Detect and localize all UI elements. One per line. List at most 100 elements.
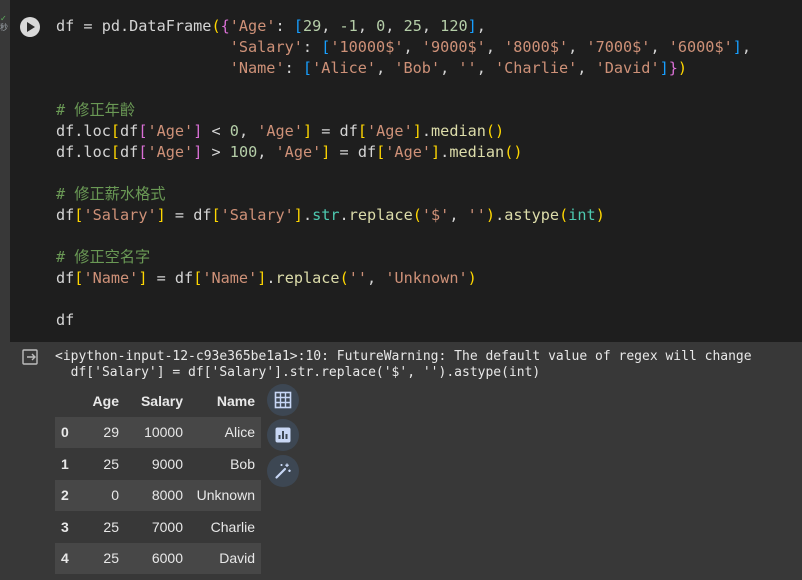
code-token: . [339,206,349,224]
code-token: [ [193,269,203,287]
table-cell: Unknown [196,487,255,504]
code-token: { [220,17,230,35]
generate-code-button[interactable] [267,455,299,487]
table-row: 4 25 6000 David [55,542,261,574]
code-line: # 修正空名字 [56,247,751,268]
code-token: '8000$' [504,38,569,56]
row-index: 4 [61,550,69,567]
code-token: median [449,143,505,161]
code-cell[interactable]: df = pd.DataFrame({'Age': [29, -1, 0, 25… [10,0,802,342]
code-token: , [476,59,495,77]
code-line: # 修正年齡 [56,100,751,121]
code-token: ( [211,17,221,35]
code-token: ( [412,206,422,224]
code-line: df = pd.DataFrame({'Age': [29, -1, 0, 25… [56,16,751,37]
code-token: ] [293,206,303,224]
code-token: 'Age' [385,143,431,161]
table-row: 0 29 10000 Alice [55,416,261,448]
code-line: df.loc[df['Age'] > 100, 'Age'] = df['Age… [56,142,751,163]
code-token: # 修正年齡 [56,101,136,119]
code-line: df['Name'] = df['Name'].replace('', 'Unk… [56,268,751,289]
code-token: 'Age' [275,143,322,161]
code-token: , [257,143,276,161]
code-token: 120 [440,17,468,35]
convert-to-interactive-table-button[interactable] [267,384,299,416]
code-token: 0 [229,122,239,140]
code-token: , [577,59,596,77]
code-token: ( [559,206,569,224]
code-token: # 修正薪水格式 [56,185,166,203]
code-token: , [741,38,752,56]
suggest-charts-button[interactable] [267,419,299,451]
execution-time-label: 秒 [0,23,8,32]
code-token: , [403,38,422,56]
code-token: astype [504,206,560,224]
code-token: ) [595,206,605,224]
code-token: ( [339,269,349,287]
code-token: 25 [403,17,422,35]
code-token: ] [732,38,742,56]
code-token: , [449,206,468,224]
code-token: : [302,38,322,56]
run-cell-button[interactable] [20,17,40,37]
magic-wand-icon [275,463,291,479]
code-token: str [312,206,340,224]
code-token: [ [357,122,367,140]
code-token: = df [147,269,194,287]
code-token: ] [193,143,203,161]
code-token: ) [485,206,496,224]
code-token: '10000$' [330,38,404,56]
execution-status: ✓ 秒 [0,14,10,32]
code-token: 'Age' [229,17,276,35]
code-token: df = pd.DataFrame [56,17,212,35]
code-line: df [56,310,751,331]
table-cell: Charlie [210,518,255,535]
code-token: # 修正空名字 [56,248,151,266]
code-token: : [275,17,294,35]
column-header: Salary [140,392,183,409]
code-token: 'Salary' [83,206,157,224]
warning-line-1: <ipython-input-12-c93e365be1a1>:10: Futu… [55,349,752,364]
code-token: ] [156,206,166,224]
table-cell: 6000 [151,550,183,567]
code-token: , [321,17,340,35]
table-cell: 25 [103,550,119,567]
code-token: 'Salary' [220,206,294,224]
table-row: 1 25 9000 Bob [55,448,261,480]
code-token: [ [321,38,331,56]
code-token: 'Charlie' [494,59,578,77]
code-token: , [238,122,258,140]
code-token: 0 [376,17,386,35]
table-cell: 25 [103,518,119,535]
row-index: 2 [61,487,69,504]
code-editor[interactable]: df = pd.DataFrame({'Age': [29, -1, 0, 25… [56,16,751,331]
code-token: [ [302,59,313,77]
code-token: -1 [339,17,358,35]
code-token: = df [330,143,377,161]
table-cell: Bob [230,455,255,472]
code-token: : [284,59,303,77]
code-token: [ [110,122,121,140]
table-cell: 25 [103,455,119,472]
output-actions-icon[interactable] [22,349,40,365]
code-token: , [440,59,459,77]
table-cell: 0 [111,487,119,504]
code-line: 'Name': ['Alice', 'Bob', '', 'Charlie', … [56,58,751,79]
index-header [55,385,80,417]
code-token: } [668,59,678,77]
code-line: df.loc[df['Age'] < 0, 'Age'] = df['Age']… [56,121,751,142]
code-token: , [376,59,395,77]
code-token: replace [275,269,340,287]
code-token: 'Age' [147,122,194,140]
code-token: ] [193,122,203,140]
code-token: 'Name' [202,269,258,287]
code-token: , [485,38,505,56]
column-header: Name [216,392,255,409]
code-token: 'Bob' [394,59,441,77]
code-token: ] [467,17,477,35]
table-icon [274,391,292,409]
